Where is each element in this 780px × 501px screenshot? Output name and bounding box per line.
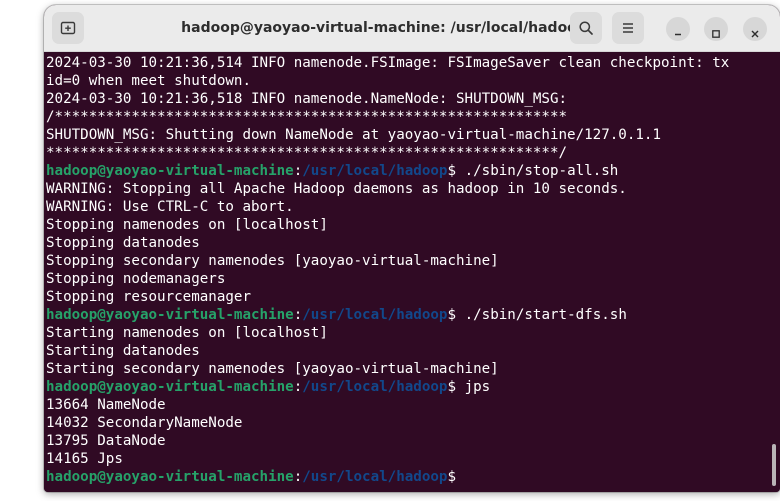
search-icon [578, 20, 594, 36]
menu-button[interactable] [612, 12, 644, 44]
terminal-lines: 2024-03-30 10:21:36,514 INFO namenode.FS… [46, 54, 729, 486]
prompt-user-host: hadoop@yaoyao-virtual-machine [46, 469, 294, 485]
output-line: Stopping secondary namenodes [yaoyao-vir… [46, 253, 499, 269]
close-button[interactable] [743, 17, 767, 41]
prompt-path: /usr/local/hadoop [302, 163, 448, 179]
output-line: 14032 SecondaryNameNode [46, 415, 243, 431]
output-line: WARNING: Use CTRL-C to abort. [46, 199, 294, 215]
maximize-button[interactable] [704, 17, 728, 41]
output-line: 13664 NameNode [46, 397, 166, 413]
scrollbar-thumb[interactable] [772, 444, 776, 486]
output-line: Starting namenodes on [localhost] [46, 325, 328, 341]
prompt-symbol: $ [447, 379, 457, 395]
prompt-path: /usr/local/hadoop [302, 469, 448, 485]
search-button[interactable] [570, 12, 602, 44]
output-line: Stopping nodemanagers [46, 271, 226, 287]
output-line: Starting datanodes [46, 343, 200, 359]
terminal-window: hadoop@yaoyao-virtual-machine: /usr/loca… [44, 5, 780, 492]
close-icon [750, 24, 760, 38]
window-title: hadoop@yaoyao-virtual-machine: /usr/loca… [181, 20, 587, 36]
prompt-line: hadoop@yaoyao-virtual-machine:/usr/local… [46, 162, 729, 180]
prompt-colon: : [293, 379, 303, 395]
prompt-colon: : [293, 469, 303, 485]
command-text: ./sbin/start-dfs.sh [456, 307, 627, 323]
prompt-symbol: $ [447, 469, 457, 485]
output-line: ****************************************… [46, 145, 568, 161]
prompt-user-host: hadoop@yaoyao-virtual-machine [46, 379, 294, 395]
prompt-colon: : [293, 307, 303, 323]
hamburger-menu-icon [620, 20, 636, 36]
output-line: WARNING: Stopping all Apache Hadoop daem… [46, 181, 627, 197]
title-bar[interactable]: hadoop@yaoyao-virtual-machine: /usr/loca… [44, 5, 780, 52]
maximize-icon [711, 24, 721, 38]
new-tab-button[interactable] [52, 12, 84, 44]
output-line: Stopping namenodes on [localhost] [46, 217, 328, 233]
minimize-button[interactable] [666, 17, 690, 41]
output-line: /***************************************… [46, 109, 568, 125]
prompt-line: hadoop@yaoyao-virtual-machine:/usr/local… [46, 378, 729, 396]
output-line: 2024-03-30 10:21:36,514 INFO namenode.FS… [46, 55, 730, 71]
output-line: 13795 DataNode [46, 433, 166, 449]
minimize-icon [673, 24, 683, 36]
output-line: Stopping resourcemanager [46, 289, 251, 305]
new-tab-icon [60, 20, 76, 36]
prompt-line: hadoop@yaoyao-virtual-machine:/usr/local… [46, 306, 729, 324]
prompt-symbol: $ [447, 163, 457, 179]
prompt-path: /usr/local/hadoop [302, 379, 448, 395]
prompt-colon: : [293, 163, 303, 179]
output-line: SHUTDOWN_MSG: Shutting down NameNode at … [46, 127, 661, 143]
prompt-user-host: hadoop@yaoyao-virtual-machine [46, 307, 294, 323]
output-line: 14165 Jps [46, 451, 123, 467]
command-text: ./sbin/stop-all.sh [456, 163, 619, 179]
prompt-path: /usr/local/hadoop [302, 307, 448, 323]
command-text: jps [456, 379, 491, 395]
prompt-line: hadoop@yaoyao-virtual-machine:/usr/local… [46, 468, 729, 486]
prompt-user-host: hadoop@yaoyao-virtual-machine [46, 163, 294, 179]
output-line: Stopping datanodes [46, 235, 200, 251]
output-line: 2024-03-30 10:21:36,518 INFO namenode.Na… [46, 91, 568, 107]
prompt-symbol: $ [447, 307, 457, 323]
output-line: id=0 when meet shutdown. [46, 73, 251, 89]
terminal-output-area[interactable]: 2024-03-30 10:21:36,514 INFO namenode.FS… [44, 52, 780, 492]
output-line: Starting secondary namenodes [yaoyao-vir… [46, 361, 499, 377]
